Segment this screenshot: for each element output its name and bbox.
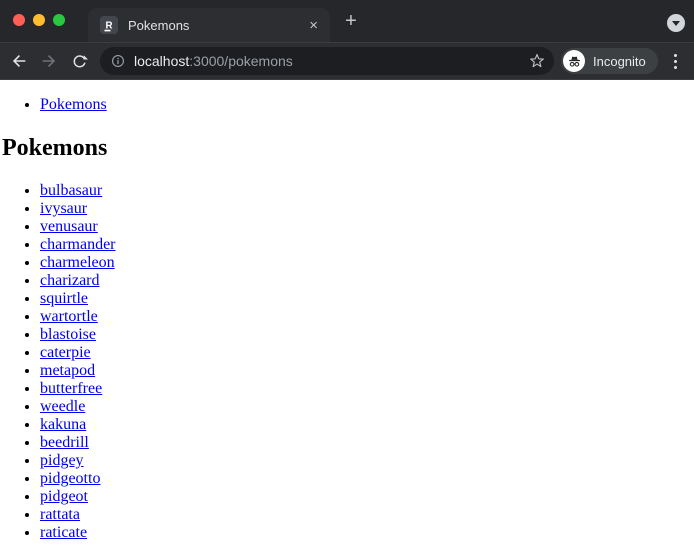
list-item: charmeleon: [40, 254, 694, 272]
pokemon-link[interactable]: charmander: [40, 236, 116, 253]
browser-tab-pokemons[interactable]: R Pokemons ×: [88, 8, 330, 42]
list-item: beedrill: [40, 434, 694, 452]
list-item: ivysaur: [40, 200, 694, 218]
nav-link-pokemons[interactable]: Pokemons: [40, 96, 107, 113]
pokemon-link[interactable]: charmeleon: [40, 254, 115, 271]
browser-menu-button[interactable]: [667, 52, 685, 70]
incognito-badge: Incognito: [561, 48, 658, 74]
arrow-right-icon: [42, 55, 56, 67]
pokemon-link[interactable]: caterpie: [40, 344, 91, 361]
list-item: pidgeot: [40, 488, 694, 506]
tab-close-icon[interactable]: ×: [307, 18, 320, 33]
pokemon-link[interactable]: ivysaur: [40, 200, 87, 217]
tab-title: Pokemons: [128, 17, 190, 33]
menu-dot: [674, 53, 678, 57]
list-item: charizard: [40, 272, 694, 290]
pokemon-list: bulbasaur ivysaur venusaur charmander ch…: [0, 182, 694, 542]
list-item: kakuna: [40, 416, 694, 434]
list-item: wartortle: [40, 308, 694, 326]
page-title: Pokemons: [2, 135, 108, 161]
list-item: caterpie: [40, 344, 694, 362]
url-host: localhost: [134, 53, 190, 69]
pokemon-link[interactable]: kakuna: [40, 416, 86, 433]
reload-icon: [73, 54, 88, 67]
chevron-down-icon: [672, 21, 680, 26]
pokemon-link[interactable]: wartortle: [40, 308, 98, 325]
list-item: charmander: [40, 236, 694, 254]
pokemon-link[interactable]: metapod: [40, 362, 95, 379]
forward-button[interactable]: [34, 46, 64, 76]
pokemon-link[interactable]: pidgeotto: [40, 470, 100, 487]
list-item: butterfree: [40, 380, 694, 398]
window-minimize-button[interactable]: [33, 14, 45, 26]
arrow-left-icon: [12, 55, 26, 67]
new-tab-button[interactable]: +: [341, 11, 361, 31]
list-item: venusaur: [40, 218, 694, 236]
pokemon-link[interactable]: butterfree: [40, 380, 102, 397]
list-item: metapod: [40, 362, 694, 380]
list-item: blastoise: [40, 326, 694, 344]
window-zoom-button[interactable]: [53, 14, 65, 26]
incognito-avatar: [563, 50, 585, 72]
pokemon-link[interactable]: venusaur: [40, 218, 98, 235]
pokemon-link[interactable]: pidgeot: [40, 488, 88, 505]
list-item: rattata: [40, 506, 694, 524]
address-bar[interactable]: localhost:3000/pokemons: [100, 47, 554, 75]
menu-dot: [674, 65, 678, 69]
tab-search-button[interactable]: [667, 14, 685, 32]
info-icon[interactable]: [110, 53, 126, 69]
pokemon-link[interactable]: squirtle: [40, 290, 88, 307]
nav-list: Pokemons: [0, 96, 694, 114]
pokemon-link[interactable]: charizard: [40, 272, 100, 289]
pokemon-link[interactable]: raticate: [40, 524, 87, 541]
incognito-label: Incognito: [593, 53, 646, 69]
back-button[interactable]: [4, 46, 34, 76]
window-close-button[interactable]: [13, 14, 25, 26]
menu-dot: [674, 59, 678, 63]
url-path: :3000/pokemons: [189, 53, 293, 69]
pokemon-link[interactable]: rattata: [40, 506, 80, 523]
traffic-lights: [13, 14, 65, 26]
list-item: raticate: [40, 524, 694, 542]
pokemon-link[interactable]: beedrill: [40, 434, 89, 451]
incognito-icon: [568, 56, 580, 67]
page-content: Pokemons Pokemons bulbasaur ivysaur venu…: [0, 80, 694, 556]
url-text[interactable]: localhost:3000/pokemons: [134, 53, 528, 69]
list-item: pidgeotto: [40, 470, 694, 488]
list-item: Pokemons: [40, 96, 694, 114]
remix-favicon-icon: R: [100, 16, 118, 34]
list-item: squirtle: [40, 290, 694, 308]
bookmark-star-icon[interactable]: [528, 52, 546, 70]
pokemon-link[interactable]: weedle: [40, 398, 85, 415]
list-item: pidgey: [40, 452, 694, 470]
browser-toolbar: localhost:3000/pokemons Incognito: [0, 42, 694, 80]
pokemon-link[interactable]: bulbasaur: [40, 182, 102, 199]
list-item: weedle: [40, 398, 694, 416]
list-item: bulbasaur: [40, 182, 694, 200]
pokemon-link[interactable]: pidgey: [40, 452, 84, 469]
browser-titlebar: R Pokemons × +: [0, 0, 694, 42]
pokemon-link[interactable]: blastoise: [40, 326, 96, 343]
reload-button[interactable]: [64, 46, 94, 76]
